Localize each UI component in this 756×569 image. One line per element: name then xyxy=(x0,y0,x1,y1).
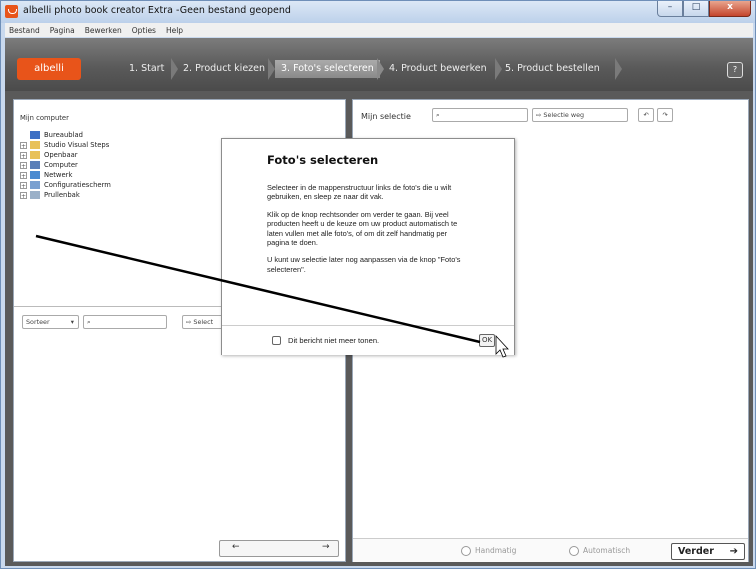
folder-icon xyxy=(30,151,40,159)
step-separator xyxy=(268,58,275,80)
rotate-right-icon: ↷ xyxy=(662,111,668,119)
folder-icon xyxy=(30,141,40,149)
select-photos-dialog: Foto's selecteren Selecteer in de mappen… xyxy=(221,138,515,355)
desktop-icon xyxy=(30,131,40,139)
computer-icon xyxy=(30,161,40,169)
search-input[interactable]: ⌕ xyxy=(83,315,167,329)
minimize-button[interactable]: – xyxy=(657,1,683,17)
dialog-paragraph: Klik op de knop rechtsonder om verder te… xyxy=(267,209,458,248)
step-separator xyxy=(495,58,502,80)
expand-icon[interactable]: + xyxy=(20,141,27,150)
navigation-bar: ← → xyxy=(219,540,339,557)
my-selection-header: Mijn selectie xyxy=(361,112,411,121)
step-fotos-selecteren[interactable]: 3. Foto's selecteren xyxy=(275,60,380,78)
search-icon: ⌕ xyxy=(436,111,440,119)
step-product-bestellen[interactable]: 5. Product bestellen xyxy=(505,60,600,78)
previous-arrow-icon[interactable]: ← xyxy=(232,542,240,552)
dialog-body: Selecteer in de mappenstructuur links de… xyxy=(267,183,467,282)
rotate-right-button[interactable]: ↷ xyxy=(657,108,673,122)
window-title: albelli photo book creator Extra -Geen b… xyxy=(23,5,291,16)
rotate-left-button[interactable]: ↶ xyxy=(638,108,654,122)
menu-bar: Bestand Pagina Bewerken Opties Help xyxy=(5,23,753,37)
tree-item-openbaar[interactable]: + Openbaar xyxy=(20,150,111,160)
remove-selection-button[interactable]: ⇨ Selectie weg xyxy=(532,108,628,122)
dialog-paragraph: U kunt uw selectie later nog aanpassen v… xyxy=(267,255,461,274)
step-separator xyxy=(171,58,178,80)
menu-bestand[interactable]: Bestand xyxy=(9,26,40,35)
tree-item-netwerk[interactable]: + Netwerk xyxy=(20,170,111,180)
sort-dropdown[interactable]: Sorteer ▾ xyxy=(22,315,79,329)
search-icon: ⌕ xyxy=(87,318,91,326)
right-panel-footer: Handmatig Automatisch Verder ➔ xyxy=(353,538,748,562)
tree-item-configuratiescherm[interactable]: + Configuratiescherm xyxy=(20,180,111,190)
step-separator xyxy=(377,58,384,80)
ok-button[interactable]: OK xyxy=(479,334,495,347)
menu-help[interactable]: Help xyxy=(166,26,183,35)
window-controls: – □ x xyxy=(657,1,751,19)
dialog-footer: Dit bericht niet meer tonen. OK xyxy=(222,325,514,355)
dont-show-again-checkbox[interactable] xyxy=(272,336,281,345)
expand-icon[interactable]: + xyxy=(20,171,27,180)
radio-icon xyxy=(461,546,471,556)
dialog-paragraph: Selecteer in de mappenstructuur links de… xyxy=(267,183,452,202)
help-button[interactable]: ? xyxy=(727,62,743,78)
menu-opties[interactable]: Opties xyxy=(132,26,156,35)
title-bar: albelli photo book creator Extra -Geen b… xyxy=(1,1,755,23)
radio-icon xyxy=(569,546,579,556)
step-product-kiezen[interactable]: 2. Product kiezen xyxy=(183,60,265,78)
expand-icon[interactable]: + xyxy=(20,191,27,200)
expand-icon[interactable]: + xyxy=(20,151,27,160)
tree-item-studio-visual-steps[interactable]: + Studio Visual Steps xyxy=(20,140,111,150)
tree-item-prullenbak[interactable]: + Prullenbak xyxy=(20,190,111,200)
step-start[interactable]: 1. Start xyxy=(129,60,164,78)
close-button[interactable]: x xyxy=(709,1,751,17)
mode-auto-radio[interactable]: Automatisch xyxy=(569,546,630,556)
dont-show-again-label: Dit bericht niet meer tonen. xyxy=(288,336,380,345)
step-product-bewerken[interactable]: 4. Product bewerken xyxy=(389,60,487,78)
albelli-logo: albelli xyxy=(17,58,81,80)
folder-tree: Bureaublad + Studio Visual Steps + Openb… xyxy=(20,130,111,200)
tree-item-bureaublad[interactable]: Bureaublad xyxy=(20,130,111,140)
tree-item-computer[interactable]: + Computer xyxy=(20,160,111,170)
my-computer-header: Mijn computer xyxy=(20,114,69,122)
network-icon xyxy=(30,171,40,179)
recycle-bin-icon xyxy=(30,191,40,199)
next-button[interactable]: Verder ➔ xyxy=(671,543,745,560)
step-separator xyxy=(615,58,622,80)
control-panel-icon xyxy=(30,181,40,189)
selection-search-input[interactable]: ⌕ xyxy=(432,108,528,122)
albelli-app-icon xyxy=(5,5,18,18)
wizard-bar: albelli 1. Start 2. Product kiezen 3. Fo… xyxy=(5,38,753,91)
rotate-left-icon: ↶ xyxy=(643,111,649,119)
chevron-down-icon: ▾ xyxy=(70,318,74,326)
mode-manual-radio[interactable]: Handmatig xyxy=(461,546,516,556)
menu-pagina[interactable]: Pagina xyxy=(50,26,75,35)
next-arrow-icon[interactable]: → xyxy=(322,542,330,552)
maximize-button[interactable]: □ xyxy=(683,1,709,17)
arrow-right-icon: ➔ xyxy=(729,546,738,557)
expand-icon[interactable]: + xyxy=(20,181,27,190)
menu-bewerken[interactable]: Bewerken xyxy=(85,26,122,35)
expand-icon[interactable]: + xyxy=(20,161,27,170)
dialog-title: Foto's selecteren xyxy=(267,153,379,167)
